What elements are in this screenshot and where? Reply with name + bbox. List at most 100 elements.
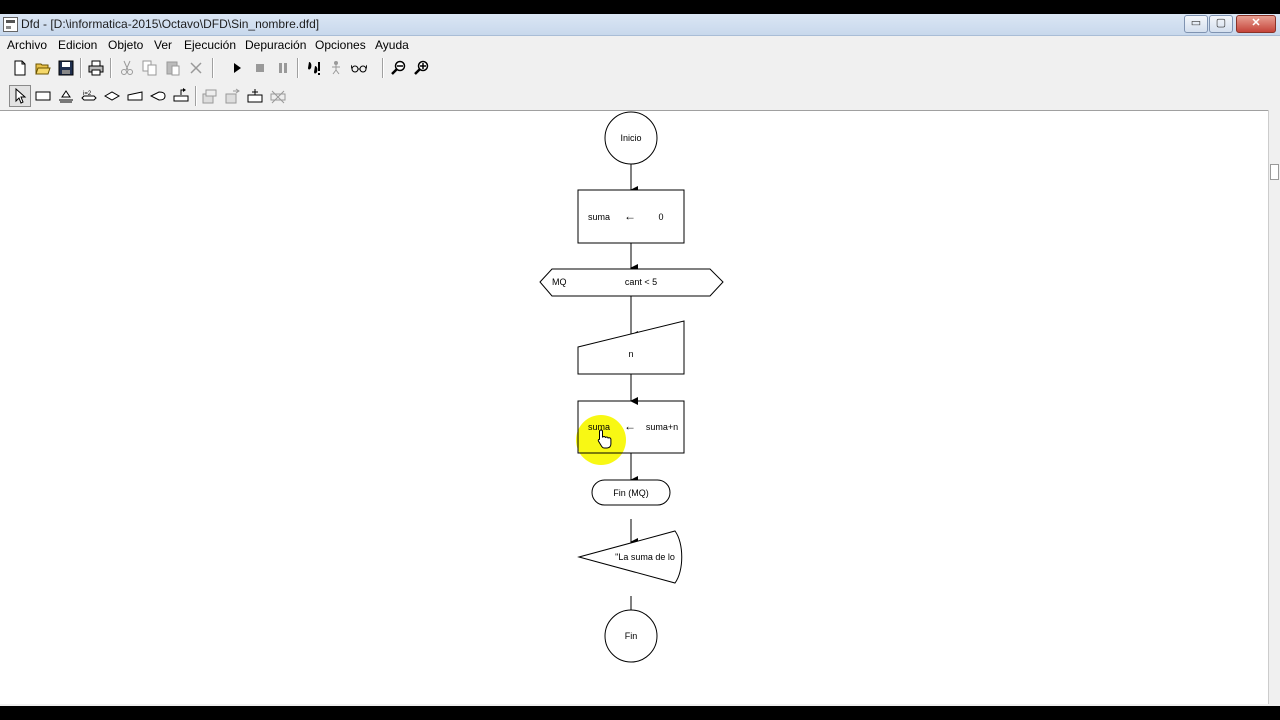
cursor-arrow-icon	[15, 88, 27, 104]
end-node[interactable]: Fin	[604, 609, 658, 663]
window-title: Dfd - [D:\informatica-2015\Octavo\DFD\Si…	[21, 17, 320, 31]
dfd-main-window: Dfd - [D:\informatica-2015\Octavo\DFD\Si…	[0, 14, 1280, 706]
delete-icon	[190, 62, 202, 74]
vertical-scrollbar[interactable]	[1268, 110, 1280, 704]
next-subprogram-tool[interactable]	[244, 85, 266, 107]
copy-icon	[142, 60, 157, 76]
title-bar[interactable]: Dfd - [D:\informatica-2015\Octavo\DFD\Si…	[0, 14, 1280, 36]
accumulator-variable: suma	[588, 422, 610, 432]
step-debug-icon	[308, 62, 320, 75]
open-folder-icon	[35, 63, 51, 75]
cursor-tool[interactable]	[9, 85, 31, 107]
previous-subprogram-tool[interactable]	[221, 85, 243, 107]
minimize-button[interactable]: ▭	[1184, 15, 1208, 33]
subprogram-tool[interactable]	[170, 85, 192, 107]
write-text: "La suma de lo	[615, 552, 675, 562]
toolbar-separator	[297, 58, 299, 78]
cut-icon	[121, 60, 133, 75]
letterbox-top	[0, 0, 1280, 14]
save-button[interactable]	[55, 57, 77, 79]
delete-subprogram-icon	[270, 90, 286, 104]
accumulator-value: suma+n	[646, 422, 678, 432]
step-into-button[interactable]	[325, 57, 347, 79]
run-play-icon	[234, 63, 241, 73]
pause-icon	[279, 63, 287, 73]
menu-edicion[interactable]: Edicion	[58, 38, 97, 52]
for-loop-shape-icon: i=2	[81, 91, 97, 101]
menu-depuracion[interactable]: Depuración	[245, 38, 306, 52]
new-file-icon	[14, 60, 26, 76]
start-node[interactable]: Inicio	[604, 111, 658, 165]
stop-icon	[256, 64, 264, 72]
save-disk-icon	[58, 60, 74, 76]
menu-ayuda[interactable]: Ayuda	[375, 38, 409, 52]
menu-ejecucion[interactable]: Ejecución	[184, 38, 236, 52]
while-condition: cant < 5	[625, 277, 657, 287]
new-button[interactable]	[9, 57, 31, 79]
paste-button[interactable]	[162, 57, 184, 79]
zoom-out-icon	[391, 60, 406, 75]
subprogram-shape-icon	[173, 88, 189, 102]
cycle-tool[interactable]	[55, 85, 77, 107]
pause-button[interactable]	[272, 57, 294, 79]
loop-end-label: Fin (MQ)	[613, 488, 649, 498]
dfd-app-icon[interactable]	[3, 17, 18, 32]
assignment-variable: suma	[588, 212, 610, 222]
cycle-shape-icon	[59, 90, 73, 103]
toolbar-separator	[382, 58, 384, 78]
write-tool[interactable]	[147, 85, 169, 107]
for-loop-tool[interactable]: i=2	[78, 85, 100, 107]
stop-button[interactable]	[249, 57, 271, 79]
objects-toolbar: i=2	[0, 84, 1280, 110]
accumulator-arrow: ←	[624, 419, 636, 433]
paste-icon	[166, 61, 180, 76]
delete-subprogram-tool[interactable]	[267, 85, 289, 107]
menu-bar: Archivo Edicion Objeto Ver Ejecución Dep…	[0, 36, 1280, 54]
decision-shape-icon	[104, 91, 120, 101]
flowchart-canvas[interactable]: Inicio suma ← 0 MQ cant < 5 n suma ← sum…	[0, 110, 1268, 704]
start-label: Inicio	[620, 133, 641, 143]
while-loop-node[interactable]: MQ cant < 5	[539, 268, 724, 297]
assignment-shape-icon	[35, 91, 51, 101]
delete-button[interactable]	[185, 57, 207, 79]
menu-ver[interactable]: Ver	[154, 38, 172, 52]
toolbar-separator	[110, 58, 112, 78]
copy-button[interactable]	[139, 57, 161, 79]
menu-opciones[interactable]: Opciones	[315, 38, 366, 52]
read-tool[interactable]	[124, 85, 146, 107]
cut-button[interactable]	[116, 57, 138, 79]
write-node[interactable]: "La suma de lo	[577, 530, 683, 584]
decision-tool[interactable]	[101, 85, 123, 107]
while-keyword: MQ	[552, 277, 567, 287]
menu-objeto[interactable]: Objeto	[108, 38, 143, 52]
step-button[interactable]	[302, 57, 324, 79]
letterbox-bottom	[0, 706, 1280, 720]
assignment-tool[interactable]	[32, 85, 54, 107]
run-button[interactable]	[226, 57, 248, 79]
watch-button[interactable]	[348, 57, 370, 79]
assignment-arrow: ←	[624, 209, 636, 223]
close-button[interactable]: ✕	[1236, 15, 1276, 33]
print-icon	[88, 60, 104, 76]
end-label: Fin	[625, 631, 638, 641]
zoom-in-icon	[414, 60, 429, 75]
previous-subprogram-icon	[225, 88, 240, 104]
open-button[interactable]	[32, 57, 54, 79]
print-button[interactable]	[85, 57, 107, 79]
loop-end-node[interactable]: Fin (MQ)	[591, 479, 671, 506]
maximize-button[interactable]: ▢	[1209, 15, 1233, 33]
step-into-icon	[332, 61, 340, 75]
zoom-in-button[interactable]	[411, 57, 433, 79]
menu-archivo[interactable]: Archivo	[7, 38, 47, 52]
flowchart-diagram: Inicio suma ← 0 MQ cant < 5 n suma ← sum…	[539, 111, 724, 663]
toolbar-separator	[212, 58, 214, 78]
vertical-scrollbar-thumb[interactable]	[1270, 164, 1279, 180]
toolbar-separator	[195, 86, 197, 106]
remove-subprogram-tool[interactable]	[198, 85, 220, 107]
assignment-node[interactable]: suma ← 0	[577, 189, 685, 244]
remove-subprogram-icon	[202, 89, 217, 104]
assignment-value: 0	[658, 212, 663, 222]
zoom-out-button[interactable]	[388, 57, 410, 79]
main-toolbar	[0, 56, 1280, 82]
next-subprogram-icon	[247, 89, 263, 103]
